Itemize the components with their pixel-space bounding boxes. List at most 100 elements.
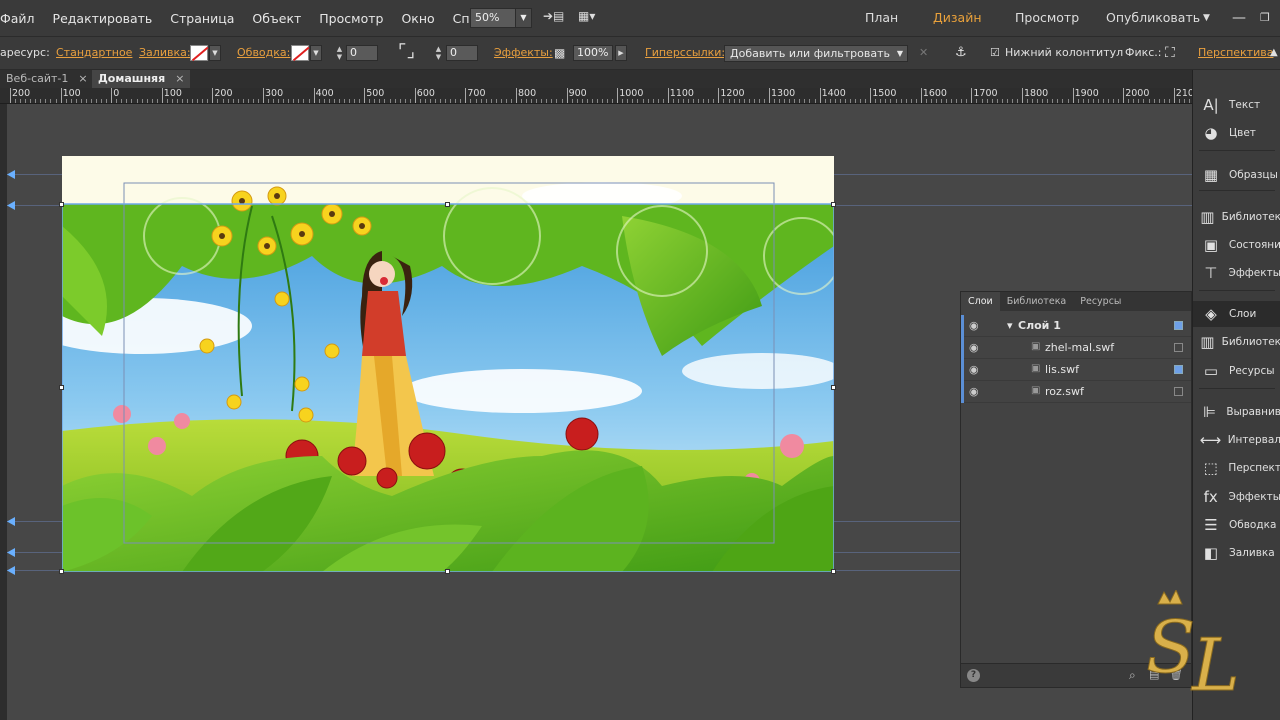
search-icon[interactable]: ⌕ [1129,668,1136,683]
chevron-right-icon[interactable]: ▶ [615,45,627,61]
menu-file[interactable]: Файл [0,11,44,26]
menu-edit[interactable]: Редактировать [44,11,162,26]
layer-row[interactable]: ◉ ▣ zhel-mal.swf [961,337,1191,359]
hyperlinks-select[interactable]: Добавить или фильтровать ▼ [724,45,908,62]
dock-item[interactable]: ⬚ Перспект [1193,455,1280,481]
ruler-subtick [379,99,381,103]
ruler-subtick [182,99,184,103]
effects-label[interactable]: Эффекты: [494,37,553,69]
workspace-design[interactable]: Дизайн [933,0,982,36]
target-icon[interactable] [1174,343,1183,352]
tab-website[interactable]: Веб-сайт-1 × [0,70,94,88]
tab-layers[interactable]: Слои [961,292,1000,311]
help-icon[interactable]: ? [967,669,980,682]
arrange-icon[interactable]: ➔▤ [543,9,564,23]
resize-handle[interactable] [445,202,450,207]
opacity-input[interactable]: 100% [573,45,613,61]
chevron-down-icon[interactable]: ▼ [1203,0,1210,36]
dock-item[interactable]: ◧ Заливка [1193,540,1280,566]
layer-expand-icon[interactable]: ▾ [1007,319,1013,332]
resize-handle[interactable] [831,385,836,390]
resize-handle[interactable] [831,202,836,207]
layer-row[interactable]: ◉ ▣ lis.swf [961,359,1191,381]
scroll-up-icon[interactable]: ▲ [1270,37,1278,69]
pin-icon[interactable]: ⛶ [1165,37,1175,69]
stroke-swatch[interactable] [291,45,309,61]
horizontal-ruler[interactable]: 200 100 0 100 200 300 400 500 600 700 800 900 1000 11… [0,88,1192,104]
clear-icon[interactable]: ✕ [919,37,928,69]
target-icon[interactable] [1174,321,1183,330]
ruler-subtick [55,99,57,103]
ruler-subtick [576,99,578,103]
hyperlinks-label[interactable]: Гиперссылки: [645,37,725,69]
ruler-subtick [885,99,887,103]
vertical-ruler[interactable] [0,104,7,720]
chevron-down-icon[interactable]: ▼ [310,45,322,61]
dock-item[interactable]: ⊫ Выравнив [1193,399,1280,425]
footer-checkbox[interactable]: ☑ [990,37,1000,69]
dock-item[interactable]: ▣ Состояни [1193,232,1280,258]
corner-radius-input[interactable]: 0 [446,45,478,61]
workspace-plan[interactable]: План [865,0,898,36]
guide-marker[interactable] [7,566,15,575]
fill-label[interactable]: Заливка: [139,37,191,69]
resize-handle[interactable] [831,569,836,574]
dock-item[interactable]: ▦ Образцы [1193,162,1280,188]
menu-object[interactable]: Объект [243,11,310,26]
guide-marker[interactable] [7,201,15,210]
page-artwork[interactable] [62,156,834,572]
resize-handle[interactable] [59,202,64,207]
tab-resources[interactable]: Ресурсы [1073,292,1128,311]
corner-stepper[interactable]: ▲ ▼ [433,45,444,61]
perspective-label[interactable]: Перспектива [1198,37,1273,69]
chevron-down-icon[interactable]: ▼ [209,45,221,61]
dock-item[interactable]: ⟷ Интервал [1193,427,1280,453]
eye-icon[interactable]: ◉ [969,319,979,332]
restore-icon[interactable]: ❐ [1260,0,1270,36]
view-options-icon[interactable]: ▦▾ [578,9,595,23]
ruler-subtick [475,99,477,103]
eye-icon[interactable]: ◉ [969,385,979,398]
resource-value[interactable]: Стандартное [56,37,132,69]
dock-item[interactable]: ☰ Обводка [1193,512,1280,538]
dock-item[interactable]: ▭ Ресурсы [1193,358,1280,384]
ruler-subtick [455,99,457,103]
minimize-icon[interactable]: — [1232,0,1246,36]
menu-window[interactable]: Окно [392,11,443,26]
dock-item[interactable]: ◈ Слои [1193,301,1280,327]
workspace-preview[interactable]: Просмотр [1015,0,1079,36]
ruler-tick [617,88,619,103]
menu-view[interactable]: Просмотр [310,11,392,26]
dock-item[interactable]: ◕ Цвет [1193,120,1280,146]
dock-item[interactable]: ⊤ Эффекты [1193,260,1280,286]
workspace-publish[interactable]: Опубликовать [1106,0,1200,36]
guide-marker[interactable] [7,548,15,557]
dock-item[interactable]: ▥ Библиотек [1193,204,1280,230]
tab-home[interactable]: Домашняя × [92,70,191,88]
anchor-icon[interactable]: ⚓ [955,37,967,69]
layer-row[interactable]: ◉ ▣ roz.swf [961,381,1191,403]
dock-item[interactable]: fx Эффекты [1193,484,1280,510]
resize-handle[interactable] [59,569,64,574]
ruler-tick [920,88,922,103]
target-icon[interactable] [1174,387,1183,396]
stroke-label[interactable]: Обводка: [237,37,290,69]
close-icon[interactable]: × [78,72,87,85]
menu-page[interactable]: Страница [161,11,243,26]
stroke-stepper[interactable]: ▲ ▼ [334,45,345,61]
dock-item[interactable]: A| Текст [1193,92,1280,118]
dock-item[interactable]: ▥ Библиотек [1193,329,1280,355]
resize-handle[interactable] [59,385,64,390]
resize-handle[interactable] [445,569,450,574]
close-icon[interactable]: × [175,72,184,85]
guide-marker[interactable] [7,170,15,179]
stroke-width-input[interactable]: 0 [346,45,378,61]
zoom-select[interactable]: 50% ▼ [470,8,532,28]
tab-library[interactable]: Библиотека [1000,292,1074,311]
eye-icon[interactable]: ◉ [969,363,979,376]
target-icon[interactable] [1174,365,1183,374]
layer-group-row[interactable]: ◉ ▾ Слой 1 [961,315,1191,337]
eye-icon[interactable]: ◉ [969,341,979,354]
guide-marker[interactable] [7,517,15,526]
fill-swatch[interactable] [190,45,208,61]
